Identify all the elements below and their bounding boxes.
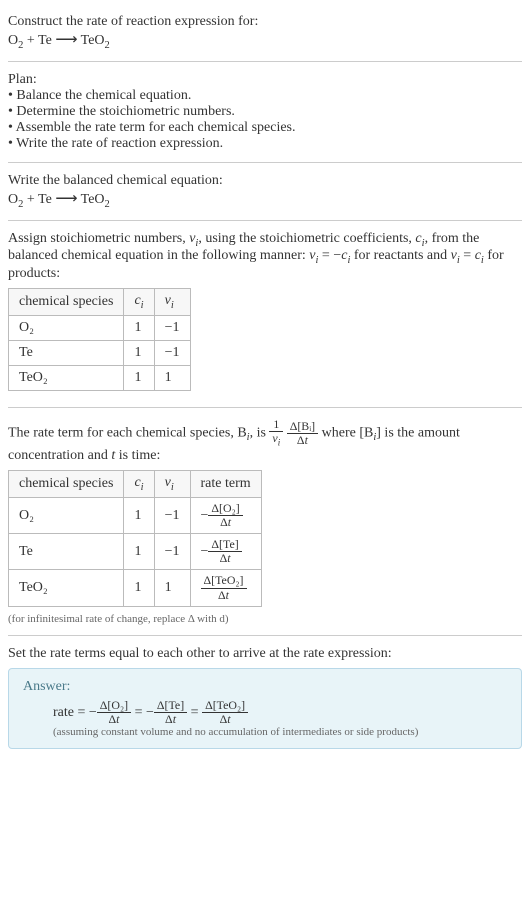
cell-species: TeO₂	[9, 570, 124, 606]
fraction: Δ[O₂]Δt	[97, 699, 131, 726]
fraction: 1 νi	[269, 418, 283, 448]
final-title: Set the rate terms equal to each other t…	[8, 646, 522, 662]
rhs-teo-sub: 2	[105, 40, 110, 51]
stoich-section: Assign stoichiometric numbers, νi, using…	[8, 225, 522, 403]
divider	[8, 407, 522, 408]
rateterm-table: chemical species ci νi rate term O₂ 1 −1…	[8, 470, 262, 606]
arrow-icon: ⟶	[55, 31, 77, 48]
plan-item: • Write the rate of reaction expression.	[8, 136, 522, 152]
fraction: Δ[TeO₂]Δt	[201, 574, 247, 601]
plus-te: + Te	[23, 33, 55, 48]
stoich-intro: Assign stoichiometric numbers, νi, using…	[8, 231, 522, 283]
page-title: Construct the rate of reaction expressio…	[8, 14, 522, 30]
col-species: chemical species	[9, 471, 124, 498]
cell-c: 1	[124, 570, 154, 606]
reaction-equation: O2 + Te ⟶ TeO2	[8, 30, 522, 51]
fraction: Δ[Te]Δt	[208, 538, 241, 565]
table-header-row: chemical species ci νi rate term	[9, 471, 262, 498]
cell-species: Te	[9, 534, 124, 570]
cell-species: O₂	[9, 315, 124, 340]
plan-section: Plan: • Balance the chemical equation. •…	[8, 66, 522, 158]
divider	[8, 162, 522, 163]
denominator: νi	[269, 432, 283, 448]
rhs-teo: TeO	[77, 33, 104, 48]
col-nui: νi	[154, 471, 190, 498]
numerator: Δ[Bᵢ]	[287, 420, 318, 434]
rate-expression: rate = −Δ[O₂]Δt = −Δ[Te]Δt = Δ[TeO₂]Δt	[23, 699, 507, 726]
cell-nu: −1	[154, 340, 190, 365]
arrow-icon: ⟶	[55, 190, 77, 207]
cell-c: 1	[124, 340, 154, 365]
cell-species: TeO₂	[9, 365, 124, 390]
divider	[8, 220, 522, 221]
cell-rate: Δ[TeO₂]Δt	[190, 570, 261, 606]
fraction: Δ[O₂]Δt	[208, 502, 242, 529]
cell-nu: −1	[154, 315, 190, 340]
cell-c: 1	[124, 315, 154, 340]
rateterm-intro: The rate term for each chemical species,…	[8, 418, 522, 464]
plan-item: • Determine the stoichiometric numbers.	[8, 104, 522, 120]
final-section: Set the rate terms equal to each other t…	[8, 640, 522, 755]
col-ci: ci	[124, 289, 154, 316]
answer-label: Answer:	[23, 679, 507, 695]
lhs-o: O	[8, 33, 18, 48]
cell-c: 1	[124, 365, 154, 390]
stoich-table: chemical species ci νi O₂ 1 −1 Te 1 −1 T…	[8, 288, 191, 391]
plan-item: • Assemble the rate term for each chemic…	[8, 120, 522, 136]
answer-box: Answer: rate = −Δ[O₂]Δt = −Δ[Te]Δt = Δ[T…	[8, 668, 522, 749]
table-row: TeO₂ 1 1 Δ[TeO₂]Δt	[9, 570, 262, 606]
col-rate: rate term	[190, 471, 261, 498]
col-nui: νi	[154, 289, 190, 316]
cell-c: 1	[124, 534, 154, 570]
cell-nu: 1	[154, 365, 190, 390]
divider	[8, 61, 522, 62]
cell-c: 1	[124, 498, 154, 534]
plan-title: Plan:	[8, 72, 522, 88]
cell-nu: −1	[154, 498, 190, 534]
cell-nu: −1	[154, 534, 190, 570]
table-row: O₂ 1 −1 −Δ[O₂]Δt	[9, 498, 262, 534]
table-row: TeO₂ 1 1	[9, 365, 191, 390]
plan-item: • Balance the chemical equation.	[8, 88, 522, 104]
denominator: Δt	[287, 434, 318, 447]
divider	[8, 635, 522, 636]
header-section: Construct the rate of reaction expressio…	[8, 8, 522, 57]
table-row: O₂ 1 −1	[9, 315, 191, 340]
numerator: 1	[269, 418, 283, 432]
table-row: Te 1 −1	[9, 340, 191, 365]
balanced-equation: O2 + Te ⟶ TeO2	[8, 189, 522, 210]
cell-rate: −Δ[Te]Δt	[190, 534, 261, 570]
col-species: chemical species	[9, 289, 124, 316]
cell-rate: −Δ[O₂]Δt	[190, 498, 261, 534]
cell-species: Te	[9, 340, 124, 365]
rateterm-section: The rate term for each chemical species,…	[8, 412, 522, 631]
col-ci: ci	[124, 471, 154, 498]
cell-species: O₂	[9, 498, 124, 534]
rateterm-note: (for infinitesimal rate of change, repla…	[8, 613, 522, 625]
table-header-row: chemical species ci νi	[9, 289, 191, 316]
fraction: Δ[Te]Δt	[154, 699, 187, 726]
fraction: Δ[TeO₂]Δt	[202, 699, 248, 726]
final-note: (assuming constant volume and no accumul…	[23, 726, 507, 738]
table-row: Te 1 −1 −Δ[Te]Δt	[9, 534, 262, 570]
balanced-section: Write the balanced chemical equation: O2…	[8, 167, 522, 216]
balanced-title: Write the balanced chemical equation:	[8, 173, 522, 189]
fraction: Δ[Bᵢ] Δt	[287, 420, 318, 447]
cell-nu: 1	[154, 570, 190, 606]
